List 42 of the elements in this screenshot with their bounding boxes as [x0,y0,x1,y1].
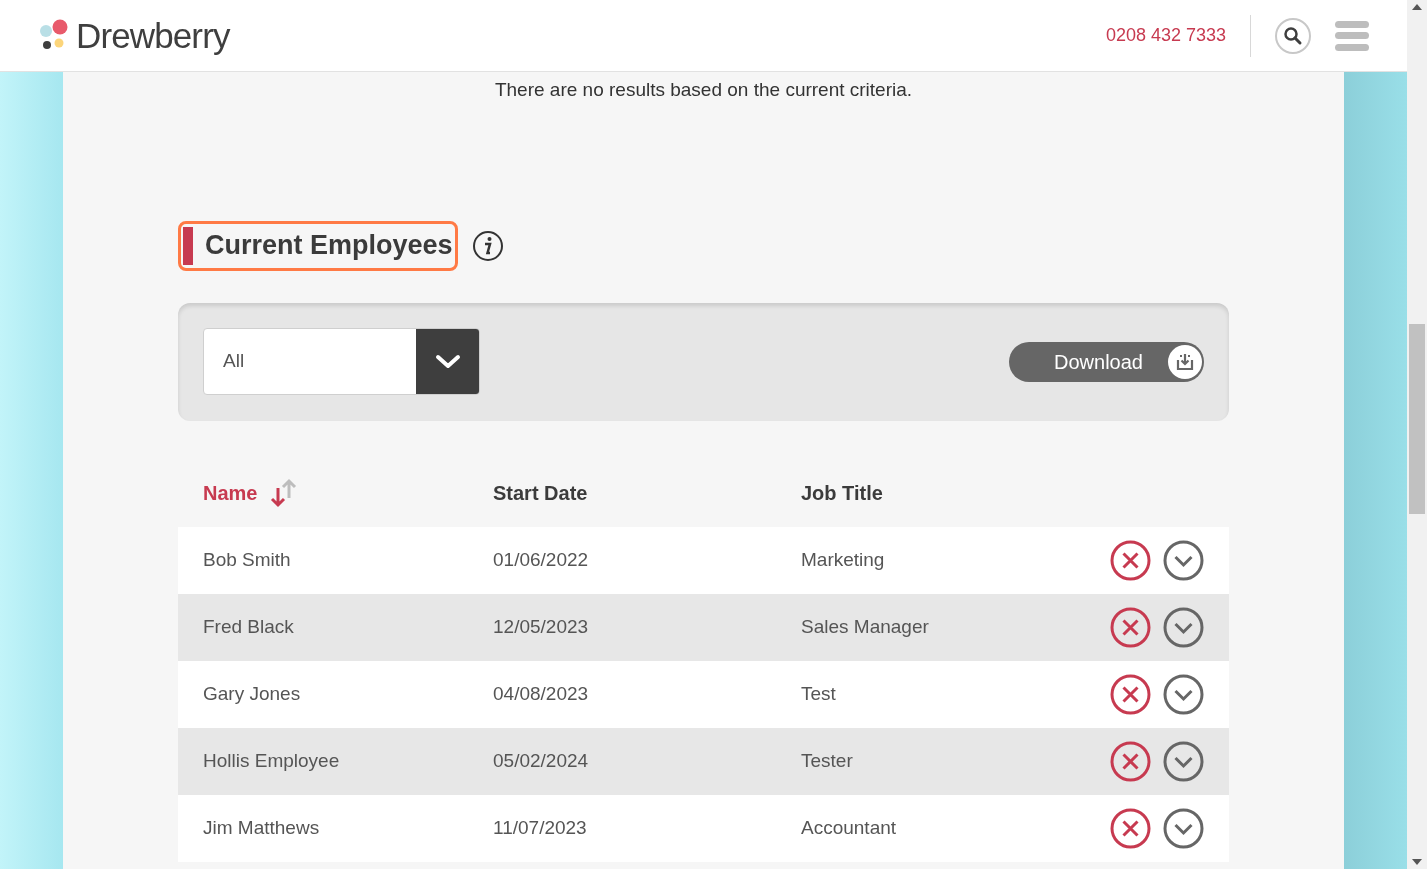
scroll-down-icon[interactable] [1412,859,1422,865]
remove-icon[interactable] [1110,539,1151,581]
filter-select[interactable]: All [203,328,480,395]
scroll-up-icon[interactable] [1412,4,1422,10]
info-icon[interactable] [471,229,504,262]
chevron-down-icon [434,353,461,370]
scrollbar-thumb[interactable] [1409,324,1425,514]
table-cell-text: 12/05/2023 [493,614,590,639]
remove-icon[interactable] [1110,740,1151,782]
remove-icon[interactable] [1110,606,1151,648]
download-icon [1175,351,1195,372]
table-cell-text: 04/08/2023 [493,681,590,706]
expand-icon[interactable] [1163,606,1204,648]
brand-name[interactable]: Drewberry [76,18,230,53]
table-cell-text: Hollis Employee [203,748,341,773]
table-cell-text: 11/07/2023 [493,815,588,840]
expand-icon[interactable] [1163,740,1204,782]
table-cell-text: 05/02/2024 [493,748,590,773]
column-header[interactable]: Job Title [801,477,883,508]
section-heading: Current Employees [178,220,458,271]
remove-icon[interactable] [1110,807,1151,849]
expand-icon[interactable] [1163,673,1204,715]
phone-link[interactable]: 0208 432 7333 [1105,22,1226,49]
search-icon [1283,25,1303,46]
table-cell-text: Tester [801,748,854,773]
table-cell-text: Bob Smith [203,547,292,572]
download-button[interactable]: Download [1009,341,1204,382]
column-header[interactable]: Start Date [493,477,588,508]
expand-icon[interactable] [1163,807,1204,849]
table-cell-text: Fred Black [203,614,295,639]
table-cell-text: 01/06/2022 [493,547,590,572]
table-cell-text: Sales Manager [801,614,930,639]
table-cell-text: Accountant [801,815,898,840]
no-results-message: There are no results based on the current criteria. [494,78,913,102]
column-header[interactable]: Name [203,477,258,508]
search-button[interactable] [1275,17,1311,54]
table-cell-text: Marketing [801,547,886,572]
table-cell-text: Gary Jones [203,681,302,706]
table-cell-text: Test [801,681,837,706]
expand-icon[interactable] [1163,539,1204,581]
remove-icon[interactable] [1110,673,1151,715]
table-cell-text: Jim Matthews [203,815,321,840]
